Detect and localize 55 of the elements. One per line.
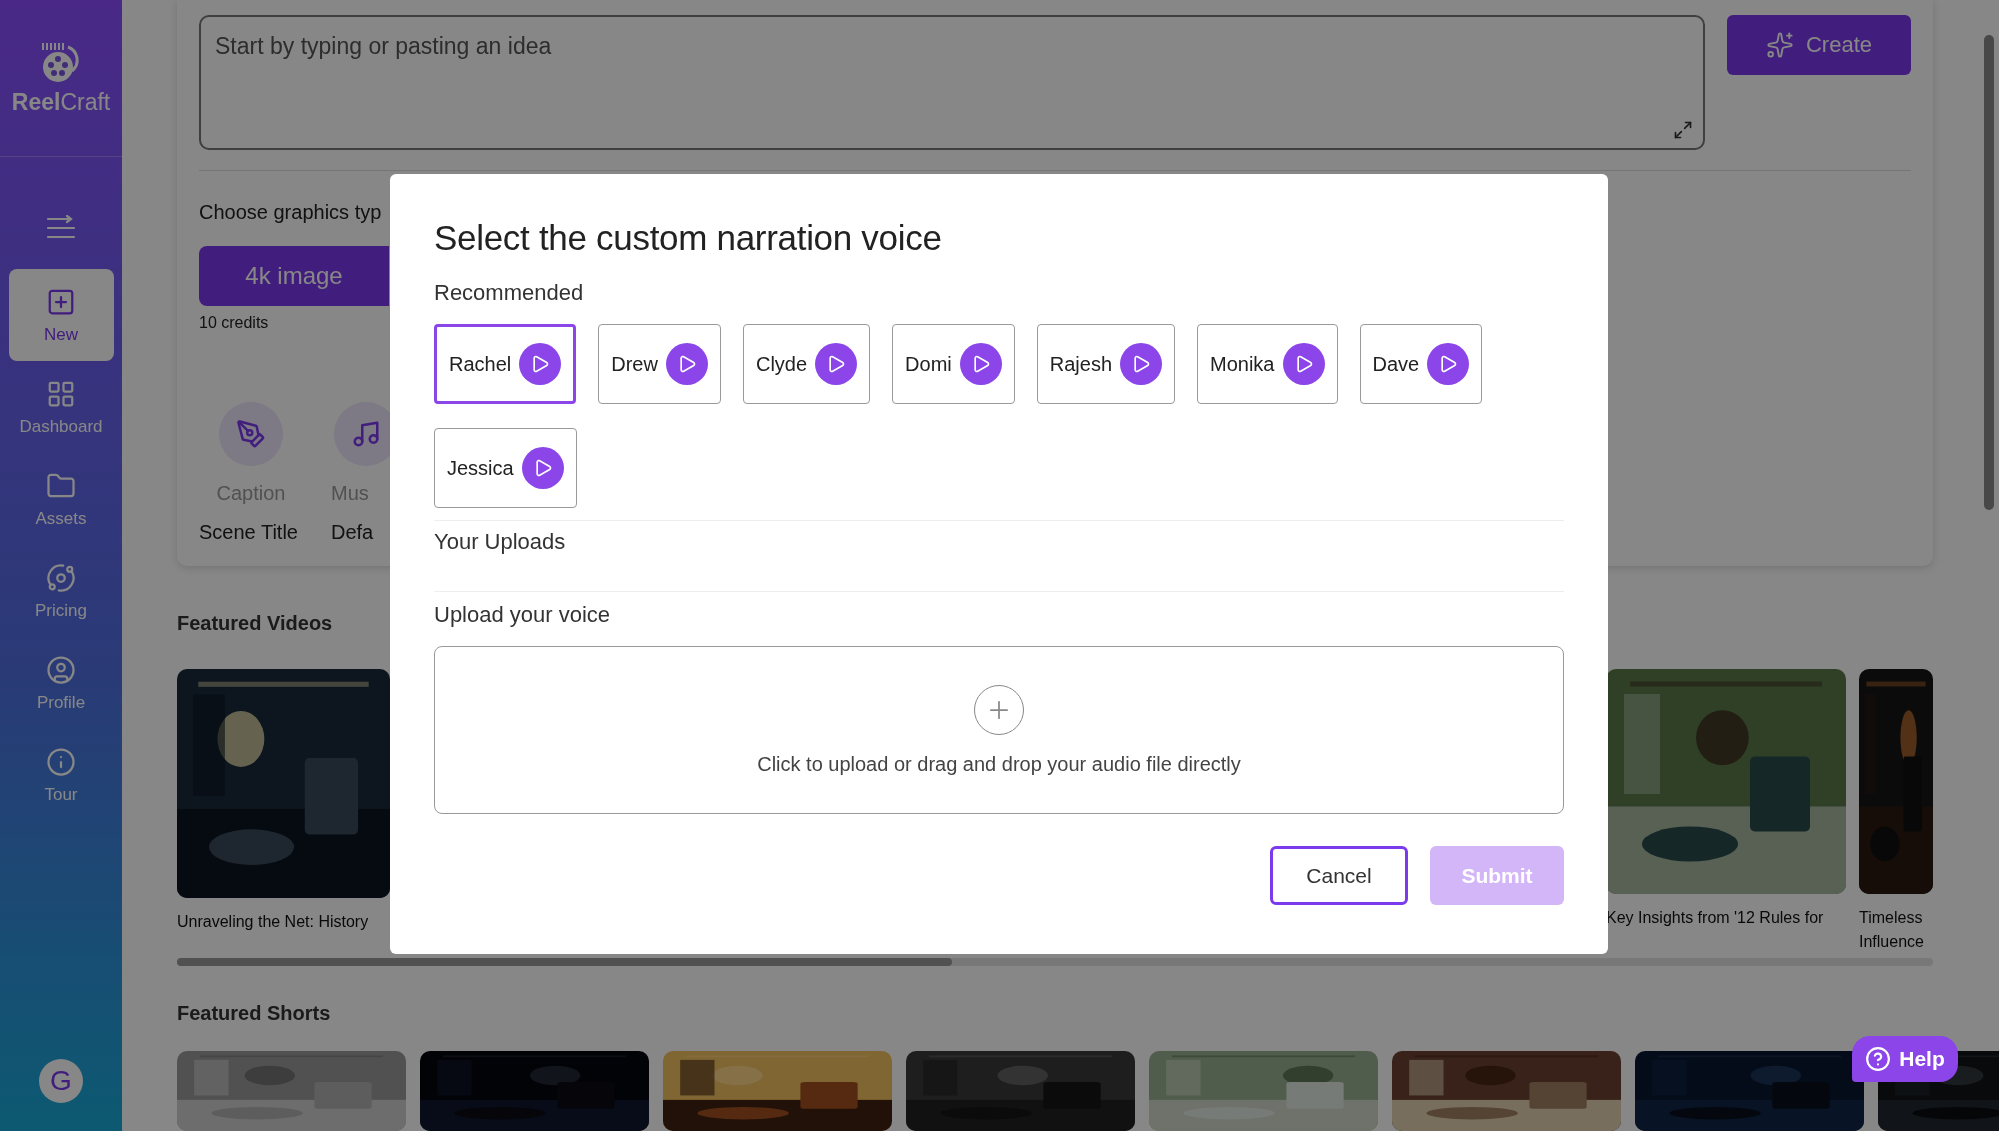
voice-option[interactable]: Drew (598, 324, 721, 404)
voice-option[interactable]: Clyde (742, 324, 871, 404)
nav-item[interactable]: Dashboard (8, 361, 114, 453)
graphics-type-label: Choose graphics typ (199, 201, 382, 224)
credits-label: 10 credits (199, 314, 270, 332)
expand-icon[interactable] (1673, 120, 1693, 140)
nav-item[interactable]: Profile (8, 637, 114, 729)
section-title: Featured Videos (177, 611, 333, 635)
play-icon[interactable] (521, 447, 564, 489)
collapse-menu-icon[interactable] (46, 215, 76, 241)
nav-item[interactable]: Pricing (8, 545, 114, 637)
dashboard-icon (46, 379, 76, 409)
tour-icon (46, 747, 76, 777)
page-scrollbar[interactable] (1984, 35, 1994, 510)
tool-value: Defa (331, 521, 374, 544)
graphics-option-button[interactable]: 4k image (199, 246, 389, 306)
user-avatar[interactable]: G (39, 1059, 83, 1103)
dialog-title: Select the custom narration voice (434, 218, 943, 258)
play-icon[interactable] (519, 343, 562, 385)
voice-option[interactable]: Domi (892, 324, 1015, 404)
section-title: Featured Shorts (177, 1002, 331, 1025)
voice-option[interactable]: Jessica (434, 428, 577, 508)
voice-option[interactable]: Rajesh (1036, 324, 1175, 404)
new-icon (46, 287, 76, 317)
help-icon (1865, 1046, 1892, 1072)
nav-item[interactable]: Tour (8, 729, 114, 821)
idea-input-field[interactable]: Start by typing or pasting an idea (199, 15, 1705, 150)
pricing-icon (46, 563, 76, 593)
video-caption[interactable]: Unraveling the Net: History (177, 909, 390, 934)
play-icon[interactable] (959, 343, 1002, 385)
uploads-label: Your Uploads (434, 529, 567, 555)
voice-option[interactable]: Dave (1359, 324, 1483, 404)
sparkles-icon (1765, 31, 1794, 59)
create-button[interactable]: Create (1727, 15, 1911, 75)
profile-icon (46, 655, 76, 685)
nav-item[interactable]: Assets (8, 453, 114, 545)
cancel-button[interactable]: Cancel (1270, 846, 1408, 905)
voice-option[interactable]: Monika (1197, 324, 1338, 404)
app-logo-text: ReelCraft (11, 88, 111, 116)
tool-value: Scene Title (199, 521, 298, 544)
recommended-label: Recommended (434, 280, 585, 306)
upload-dropzone[interactable]: Click to upload or drag and drop your audio file directly (434, 646, 1564, 814)
play-icon[interactable] (1427, 343, 1470, 385)
input-placeholder: Start by typing or pasting an idea (215, 33, 552, 59)
help-button[interactable]: Help (1852, 1036, 1958, 1082)
carousel-scrollbar[interactable] (177, 958, 1933, 966)
upload-voice-label: Upload your voice (434, 602, 612, 628)
play-icon[interactable] (815, 343, 858, 385)
voice-option[interactable]: Rachel (434, 324, 577, 404)
play-icon[interactable] (665, 343, 708, 385)
nav-item[interactable]: New (8, 269, 114, 361)
video-caption[interactable]: Timeless Influence (1859, 905, 1933, 954)
play-icon[interactable] (1282, 343, 1325, 385)
dropzone-text: Click to upload or drag and drop your audio file directly (757, 752, 1241, 776)
play-icon[interactable] (1120, 343, 1162, 385)
